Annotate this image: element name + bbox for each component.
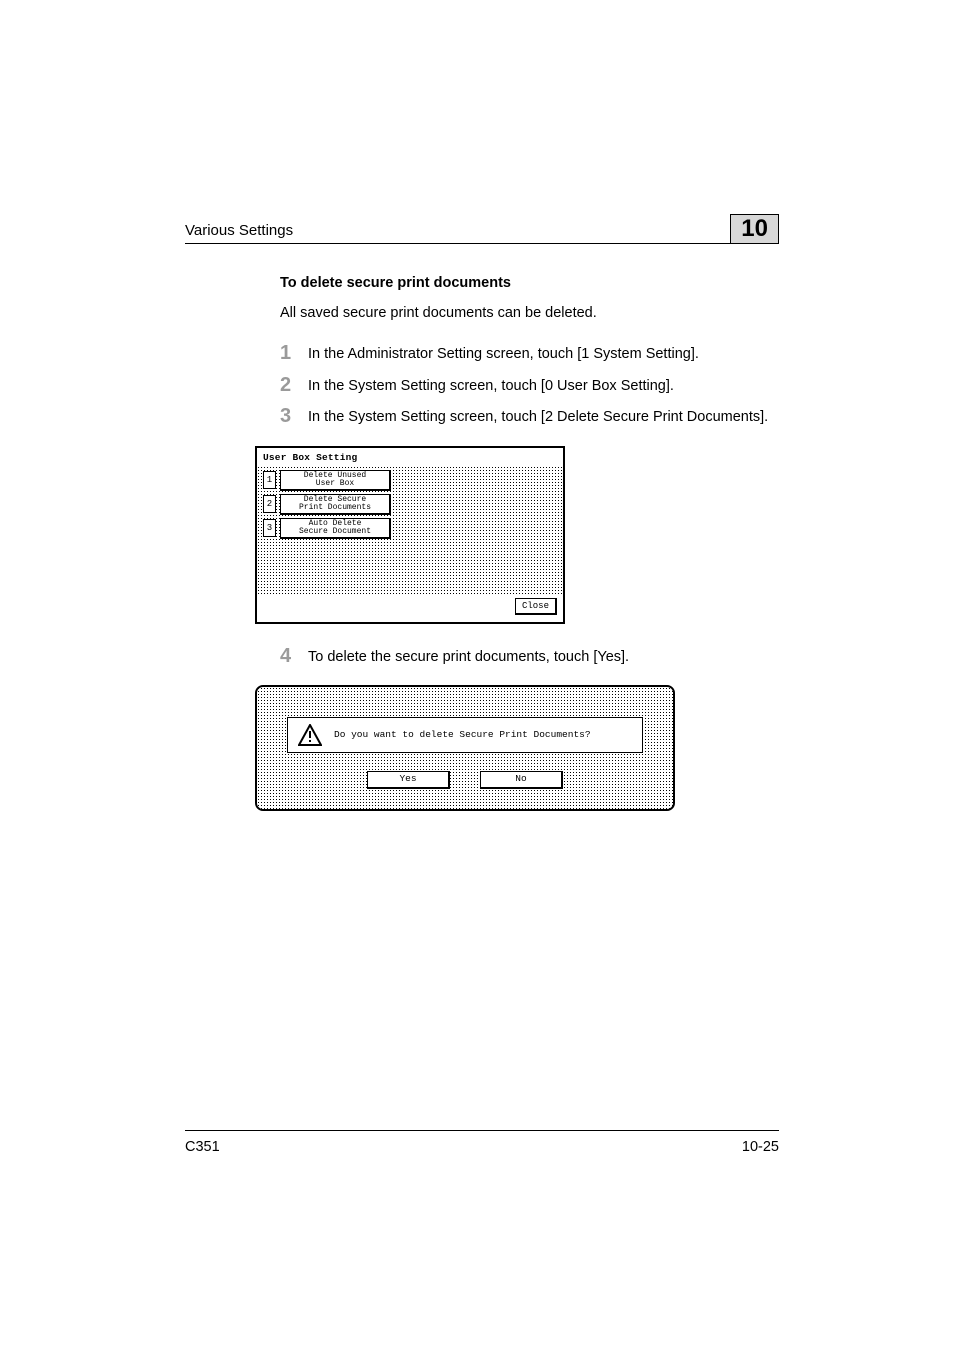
delete-secure-print-documents-button[interactable]: Delete Secure Print Documents bbox=[280, 494, 391, 515]
step-number: 1 bbox=[280, 343, 308, 363]
step-text: In the System Setting screen, touch [2 D… bbox=[308, 406, 768, 428]
dialog-message-row: Do you want to delete Secure Print Docum… bbox=[287, 717, 643, 753]
panel-body: 1 Delete Unused User Box 2 Delete Secure… bbox=[257, 466, 563, 596]
section-heading: To delete secure print documents bbox=[280, 274, 779, 294]
page-header: Various Settings 10 bbox=[185, 210, 779, 244]
yes-button-label: Yes bbox=[399, 773, 416, 784]
option-label-line2: Secure Document bbox=[287, 528, 383, 536]
page-container: Various Settings 10 To delete secure pri… bbox=[0, 0, 954, 1350]
panel-title: User Box Setting bbox=[257, 448, 563, 466]
footer-page-number: 10-25 bbox=[742, 1139, 779, 1155]
step-number: 2 bbox=[280, 375, 308, 395]
auto-delete-secure-document-button[interactable]: Auto Delete Secure Document bbox=[280, 518, 391, 539]
warning-icon bbox=[298, 724, 322, 746]
dialog-message-text: Do you want to delete Secure Print Docum… bbox=[334, 729, 591, 742]
yes-button[interactable]: Yes bbox=[367, 771, 450, 789]
spacer bbox=[280, 624, 779, 646]
option-number: 3 bbox=[263, 519, 276, 537]
option-row: 1 Delete Unused User Box bbox=[263, 470, 557, 491]
chapter-number-badge: 10 bbox=[730, 214, 779, 243]
step-row: 1 In the Administrator Setting screen, t… bbox=[280, 343, 779, 365]
step-row: 3 In the System Setting screen, touch [2… bbox=[280, 406, 779, 428]
option-row: 2 Delete Secure Print Documents bbox=[263, 494, 557, 515]
panel-footer: Close bbox=[257, 596, 563, 622]
intro-paragraph: All saved secure print documents can be … bbox=[280, 304, 779, 324]
user-box-setting-panel: User Box Setting 1 Delete Unused User Bo… bbox=[255, 446, 565, 624]
no-button-label: No bbox=[515, 773, 526, 784]
close-button-label: Close bbox=[522, 601, 549, 611]
footer-model: C351 bbox=[185, 1139, 220, 1155]
option-label-line2: Print Documents bbox=[287, 504, 383, 512]
option-row: 3 Auto Delete Secure Document bbox=[263, 518, 557, 539]
step-number: 3 bbox=[280, 406, 308, 426]
no-button[interactable]: No bbox=[480, 771, 563, 789]
step-row: 2 In the System Setting screen, touch [0… bbox=[280, 375, 779, 397]
step-row: 4 To delete the secure print documents, … bbox=[280, 646, 779, 668]
step-text: In the Administrator Setting screen, tou… bbox=[308, 343, 699, 365]
content-area: To delete secure print documents All sav… bbox=[185, 244, 779, 811]
step-number: 4 bbox=[280, 646, 308, 666]
option-number: 2 bbox=[263, 495, 276, 513]
option-number: 1 bbox=[263, 471, 276, 489]
close-button[interactable]: Close bbox=[515, 598, 557, 615]
dialog-button-row: Yes No bbox=[287, 767, 643, 799]
option-label-line2: User Box bbox=[287, 480, 383, 488]
delete-unused-user-box-button[interactable]: Delete Unused User Box bbox=[280, 470, 391, 491]
step-text: In the System Setting screen, touch [0 U… bbox=[308, 375, 674, 397]
confirm-delete-dialog: Do you want to delete Secure Print Docum… bbox=[255, 685, 675, 811]
header-section-title: Various Settings bbox=[185, 222, 293, 239]
step-text: To delete the secure print documents, to… bbox=[308, 646, 629, 668]
page-footer: C351 10-25 bbox=[185, 1130, 779, 1155]
